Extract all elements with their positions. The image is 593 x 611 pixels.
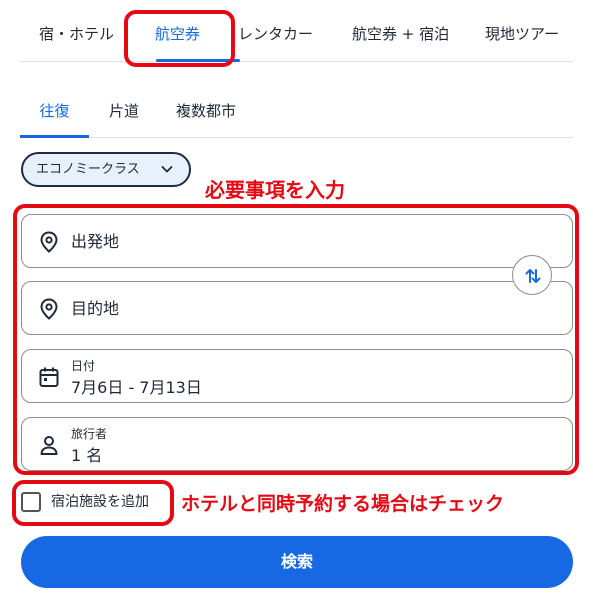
tab-one-way[interactable]: 片道 [104,88,144,136]
add-hotel-checkbox[interactable] [21,492,41,512]
calendar-icon [39,367,59,387]
active-subtab-indicator [20,135,89,138]
person-icon [40,436,58,455]
search-button[interactable]: 検索 [21,536,573,588]
destination-placeholder: 目的地 [71,299,120,318]
add-hotel-label[interactable]: 宿泊施設を追加 [51,492,149,512]
tab-flights[interactable]: 航空券 [155,0,200,62]
dates-field[interactable]: 日付 7月6日 - 7月13日 [21,349,573,403]
swap-origin-destination-button[interactable] [512,255,552,295]
destination-field[interactable]: 目的地 [21,281,573,335]
tab-hotels[interactable]: 宿・ホテル [39,0,114,62]
travelers-field[interactable]: 旅行者 1 名 [21,417,573,471]
tab-car-rental[interactable]: レンタカー [238,0,313,62]
origin-field[interactable]: 出発地 [21,214,573,268]
category-tabs: 宿・ホテル 航空券 レンタカー 航空券 + 宿泊 現地ツアー [20,0,573,62]
tab-multi-city[interactable]: 複数都市 [170,88,242,136]
travelers-value: 1 名 [71,446,103,465]
trip-type-tabs: 往復 片道 複数都市 [20,88,573,138]
chevron-down-icon [161,166,173,173]
cabin-class-label: エコノミークラス [36,162,140,177]
active-tab-indicator [156,59,240,62]
location-pin-icon [40,231,58,253]
inputs-annotation: 必要事項を入力 [205,178,345,202]
location-pin-icon [40,298,58,320]
tab-round-trip[interactable]: 往復 [20,88,89,136]
hotel-annotation: ホテルと同時予約する場合はチェック [181,493,505,515]
dates-label: 日付 [71,359,96,373]
travelers-label: 旅行者 [71,427,108,441]
tab-flight-hotel[interactable]: 航空券 + 宿泊 [352,0,449,62]
swap-arrows-icon [525,269,541,283]
tab-tours[interactable]: 現地ツアー [485,0,559,62]
origin-placeholder: 出発地 [71,232,120,251]
cabin-class-dropdown[interactable]: エコノミークラス [21,152,191,187]
dates-value: 7月6日 - 7月13日 [71,378,202,397]
